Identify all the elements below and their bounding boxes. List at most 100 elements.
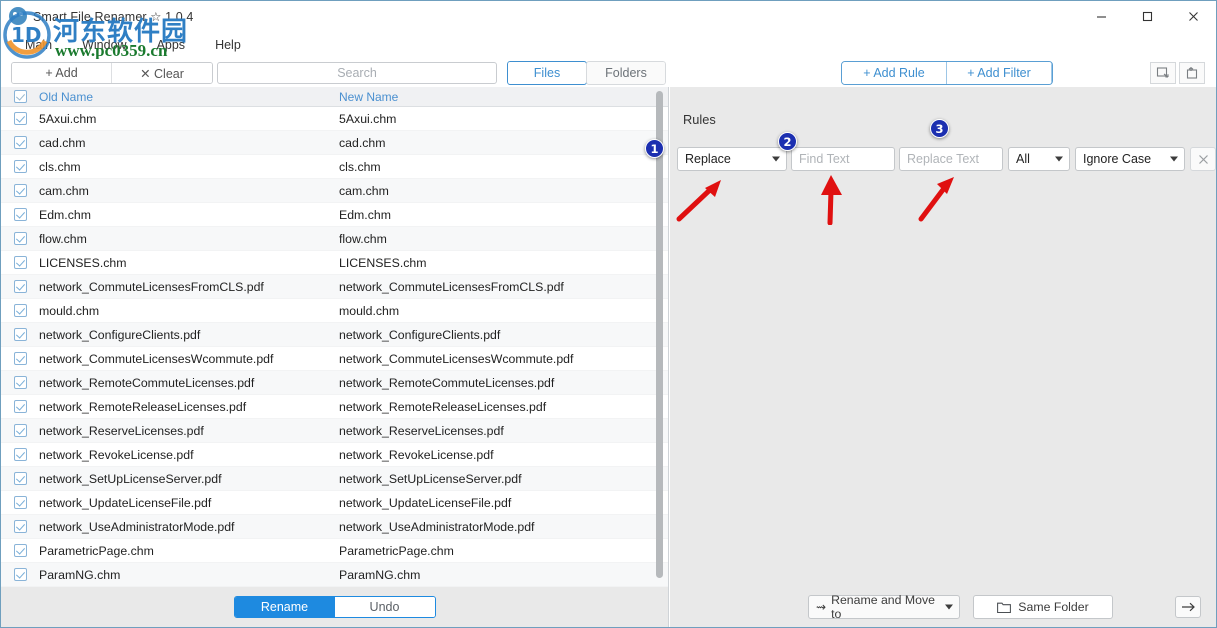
export-rules-button[interactable] xyxy=(1179,62,1205,84)
table-row[interactable]: network_RevokeLicense.pdfnetwork_RevokeL… xyxy=(1,443,668,467)
row-checkbox[interactable] xyxy=(14,184,27,197)
rename-move-mode-select[interactable]: ⇝ Rename and Move to xyxy=(808,595,960,619)
table-row[interactable]: network_CommuteLicensesFromCLS.pdfnetwor… xyxy=(1,275,668,299)
target-folder-button[interactable]: Same Folder xyxy=(973,595,1113,619)
rule-row: Replace Find Text Replace Text All Ignor… xyxy=(677,147,1216,171)
cell-new-name: LICENSES.chm xyxy=(339,256,649,270)
row-checkbox[interactable] xyxy=(14,304,27,317)
menu-item-main[interactable]: Main xyxy=(25,38,52,52)
table-row[interactable]: network_ConfigureClients.pdfnetwork_Conf… xyxy=(1,323,668,347)
add-rule-button[interactable]: + Add Rule xyxy=(842,62,947,84)
table-row[interactable]: 5Axui.chm5Axui.chm xyxy=(1,107,668,131)
table-row[interactable]: ParamNG.chmParamNG.chm xyxy=(1,563,668,587)
cell-old-name: network_RemoteCommuteLicenses.pdf xyxy=(39,376,339,390)
app-logo-icon xyxy=(9,7,27,25)
table-row[interactable]: flow.chmflow.chm xyxy=(1,227,668,251)
chevron-down-icon xyxy=(945,605,953,610)
file-list-scrollbar[interactable] xyxy=(656,91,663,581)
table-row[interactable]: network_ReserveLicenses.pdfnetwork_Reser… xyxy=(1,419,668,443)
row-checkbox[interactable] xyxy=(14,280,27,293)
annotation-badge-3: 3 xyxy=(930,119,949,138)
replace-text-input[interactable]: Replace Text xyxy=(899,147,1003,171)
cell-old-name: cad.chm xyxy=(39,136,339,150)
select-all-checkbox[interactable] xyxy=(14,90,27,103)
row-checkbox[interactable] xyxy=(14,568,27,581)
row-checkbox[interactable] xyxy=(14,424,27,437)
rename-button[interactable]: Rename xyxy=(235,597,335,617)
cell-old-name: 5Axui.chm xyxy=(39,112,339,126)
remove-rule-button[interactable] xyxy=(1190,147,1216,171)
replace-text-placeholder: Replace Text xyxy=(907,152,979,166)
clear-button[interactable]: ✕ Clear xyxy=(112,63,212,83)
close-button[interactable] xyxy=(1170,1,1216,31)
add-filter-button[interactable]: + Add Filter xyxy=(947,62,1052,84)
row-checkbox[interactable] xyxy=(14,376,27,389)
table-row[interactable]: network_UpdateLicenseFile.pdfnetwork_Upd… xyxy=(1,491,668,515)
search-input[interactable] xyxy=(218,63,496,83)
undo-button[interactable]: Undo xyxy=(335,597,435,617)
rule-case-select[interactable]: Ignore Case xyxy=(1075,147,1185,171)
column-header-new-name[interactable]: New Name xyxy=(339,90,639,104)
row-checkbox[interactable] xyxy=(14,232,27,245)
table-row[interactable]: Edm.chmEdm.chm xyxy=(1,203,668,227)
tab-files[interactable]: Files xyxy=(507,61,587,85)
scrollbar-thumb[interactable] xyxy=(656,91,663,578)
cell-old-name: cam.chm xyxy=(39,184,339,198)
table-row[interactable]: cls.chmcls.chm xyxy=(1,155,668,179)
row-checkbox[interactable] xyxy=(14,136,27,149)
row-checkbox[interactable] xyxy=(14,448,27,461)
cell-new-name: ParametricPage.chm xyxy=(339,544,649,558)
table-row[interactable]: network_CommuteLicensesWcommute.pdfnetwo… xyxy=(1,347,668,371)
rule-case-value: Ignore Case xyxy=(1083,152,1151,166)
row-checkbox[interactable] xyxy=(14,472,27,485)
row-checkbox[interactable] xyxy=(14,352,27,365)
rule-action-select[interactable]: Replace xyxy=(677,147,787,171)
cell-old-name: network_CommuteLicensesWcommute.pdf xyxy=(39,352,339,366)
table-row[interactable]: network_SetUpLicenseServer.pdfnetwork_Se… xyxy=(1,467,668,491)
table-row[interactable]: network_RemoteCommuteLicenses.pdfnetwork… xyxy=(1,371,668,395)
row-checkbox[interactable] xyxy=(14,496,27,509)
maximize-button[interactable] xyxy=(1124,1,1170,31)
row-checkbox[interactable] xyxy=(14,112,27,125)
import-rules-button[interactable] xyxy=(1150,62,1176,84)
table-row[interactable]: network_UseAdministratorMode.pdfnetwork_… xyxy=(1,515,668,539)
menu-bar: Main Window Apps Help xyxy=(1,31,1216,59)
menu-item-window[interactable]: Window xyxy=(82,38,126,52)
rule-action-value: Replace xyxy=(685,152,731,166)
file-list-header: Old Name New Name xyxy=(1,87,668,107)
table-row[interactable]: cad.chmcad.chm xyxy=(1,131,668,155)
tab-folders[interactable]: Folders xyxy=(586,61,666,85)
row-checkbox[interactable] xyxy=(14,160,27,173)
annotation-badge-2: 2 xyxy=(778,132,797,151)
annotation-badge-1: 1 xyxy=(645,139,664,158)
search-box[interactable] xyxy=(217,62,497,84)
table-row[interactable]: LICENSES.chmLICENSES.chm xyxy=(1,251,668,275)
rules-panel-title: Rules xyxy=(683,112,716,127)
row-checkbox[interactable] xyxy=(14,520,27,533)
menu-item-help[interactable]: Help xyxy=(215,38,241,52)
row-checkbox[interactable] xyxy=(14,544,27,557)
column-header-old-name[interactable]: Old Name xyxy=(39,90,339,104)
table-row[interactable]: cam.chmcam.chm xyxy=(1,179,668,203)
row-checkbox[interactable] xyxy=(14,256,27,269)
cell-new-name: network_SetUpLicenseServer.pdf xyxy=(339,472,649,486)
cell-new-name: network_UseAdministratorMode.pdf xyxy=(339,520,649,534)
execute-go-button[interactable] xyxy=(1175,596,1201,618)
table-row[interactable]: ParametricPage.chmParametricPage.chm xyxy=(1,539,668,563)
chevron-down-icon xyxy=(772,157,780,162)
cell-new-name: network_ConfigureClients.pdf xyxy=(339,328,649,342)
cell-old-name: network_SetUpLicenseServer.pdf xyxy=(39,472,339,486)
row-checkbox[interactable] xyxy=(14,208,27,221)
cell-new-name: network_RemoteReleaseLicenses.pdf xyxy=(339,400,649,414)
menu-item-apps[interactable]: Apps xyxy=(157,38,186,52)
row-checkbox[interactable] xyxy=(14,328,27,341)
find-text-input[interactable]: Find Text xyxy=(791,147,895,171)
file-list-rows: 5Axui.chm5Axui.chmcad.chmcad.chmcls.chmc… xyxy=(1,107,668,587)
cell-new-name: network_CommuteLicensesFromCLS.pdf xyxy=(339,280,649,294)
table-row[interactable]: mould.chmmould.chm xyxy=(1,299,668,323)
minimize-button[interactable] xyxy=(1078,1,1124,31)
add-button[interactable]: + Add xyxy=(12,63,112,83)
rule-scope-select[interactable]: All xyxy=(1008,147,1070,171)
table-row[interactable]: network_RemoteReleaseLicenses.pdfnetwork… xyxy=(1,395,668,419)
row-checkbox[interactable] xyxy=(14,400,27,413)
